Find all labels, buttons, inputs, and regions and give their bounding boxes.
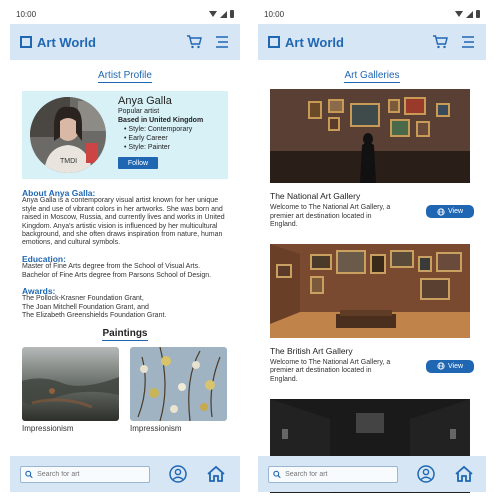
gallery-card: The National Art Gallery Welcome to The …	[270, 89, 474, 230]
search-icon	[273, 470, 281, 478]
follow-button[interactable]: Follow	[118, 157, 158, 169]
gallery-image[interactable]	[270, 89, 470, 183]
user-icon[interactable]	[416, 464, 436, 484]
artist-card: TMDI Anya Galla Popular artist Based in …	[22, 91, 228, 179]
artist-style-item: • Style: Painter	[124, 144, 171, 151]
artist-subtitle: Popular artist	[118, 108, 160, 115]
artist-bio: About Anya Galla: Anya Galla is a contem…	[22, 189, 228, 321]
logo-icon	[20, 36, 32, 48]
app-bar: Art World	[10, 24, 240, 60]
search-input[interactable]	[285, 470, 393, 478]
award-item: The Joan Mitchell Foundation Grant, and	[22, 303, 149, 311]
view-button-label: View	[447, 362, 464, 370]
paintings-list: Impressionism Impressionism	[22, 346, 228, 433]
globe-icon	[437, 362, 445, 370]
battery-icon	[476, 10, 480, 18]
painting-image	[130, 346, 227, 421]
cart-icon[interactable]	[186, 34, 202, 50]
artist-avatar: TMDI	[30, 97, 106, 173]
wifi-icon	[455, 11, 463, 17]
about-heading: About Anya Galla:	[22, 188, 96, 198]
globe-icon	[437, 207, 445, 216]
view-button[interactable]: View	[426, 205, 474, 218]
home-icon[interactable]	[206, 464, 226, 484]
bottom-bar	[258, 456, 486, 492]
gallery-description: Welcome to The National Art Gallery, a p…	[270, 204, 391, 229]
award-item: The Pollock-Krasner Foundation Grant,	[22, 295, 144, 303]
artist-name: Anya Galla	[118, 95, 172, 107]
app-title: Art World	[37, 34, 96, 50]
view-button-label: View	[447, 208, 464, 215]
painting-label: Impressionism	[22, 423, 74, 433]
education-heading: Education:	[22, 253, 66, 264]
menu-icon[interactable]	[460, 34, 476, 50]
home-icon[interactable]	[454, 464, 474, 484]
status-time: 10:00	[264, 9, 285, 19]
painting-card[interactable]: Impressionism	[130, 346, 227, 433]
search-box[interactable]	[268, 465, 398, 483]
award-item: The Elizabeth Greenshields Foundation Gr…	[22, 312, 167, 320]
painting-image	[22, 346, 119, 421]
signal-icon	[466, 10, 473, 18]
education-text: Master of Fine Arts degree from the Scho…	[22, 263, 212, 279]
app-title: Art World	[285, 34, 344, 50]
status-icons	[209, 10, 234, 18]
artist-style-item: • Early Career	[124, 135, 168, 142]
painting-label: Impressionism	[130, 423, 182, 433]
painting-card[interactable]: Impressionism	[22, 346, 119, 433]
artist-info: Anya Galla Popular artist Based in Unite…	[118, 95, 204, 173]
view-button[interactable]: View	[426, 359, 474, 373]
gallery-name: The National Art Gallery	[270, 191, 361, 201]
artist-styles: • Style: Contemporary • Early Career • S…	[124, 125, 203, 152]
artist-location: Based in United Kingdom	[118, 117, 204, 124]
page-title: Art Galleries	[344, 70, 400, 83]
artist-style-item: • Style: Contemporary	[124, 126, 193, 133]
about-text: Anya Galla is a contemporary visual arti…	[22, 197, 225, 247]
cart-icon[interactable]	[432, 34, 448, 50]
bottom-bar	[10, 456, 240, 492]
gallery-image[interactable]	[270, 243, 470, 338]
logo-icon	[268, 36, 280, 48]
gallery-details: Welcome to The National Art Gallery, a p…	[270, 204, 474, 230]
wifi-icon	[209, 11, 217, 17]
svg-text:TMDI: TMDI	[60, 158, 77, 165]
awards-list: The Pollock-Krasner Foundation Grant, Th…	[22, 295, 228, 320]
gallery-card: The British Art Gallery Welcome to The N…	[270, 243, 474, 385]
search-icon	[25, 470, 33, 478]
gallery-description: Welcome to The National Art Gallery, a p…	[270, 358, 391, 383]
user-icon[interactable]	[168, 464, 188, 484]
gallery-details: Welcome to The National Art Gallery, a p…	[270, 359, 474, 385]
signal-icon	[220, 10, 227, 18]
status-icons	[455, 10, 480, 18]
art-galleries-screen: 10:00 Art World Art Galleries The Nation…	[258, 0, 486, 500]
paintings-title: Paintings	[102, 327, 148, 341]
search-input[interactable]	[37, 470, 145, 478]
page-title: Artist Profile	[98, 70, 152, 83]
artist-profile-screen: 10:00 Art World Artist Profile TMDI Anya…	[10, 0, 240, 500]
awards-heading: Awards:	[22, 286, 56, 297]
battery-icon	[230, 10, 234, 18]
gallery-name: The British Art Gallery	[270, 345, 353, 356]
search-box[interactable]	[20, 465, 150, 483]
app-bar: Art World	[258, 24, 486, 60]
menu-icon[interactable]	[214, 34, 230, 50]
status-time: 10:00	[16, 9, 37, 19]
